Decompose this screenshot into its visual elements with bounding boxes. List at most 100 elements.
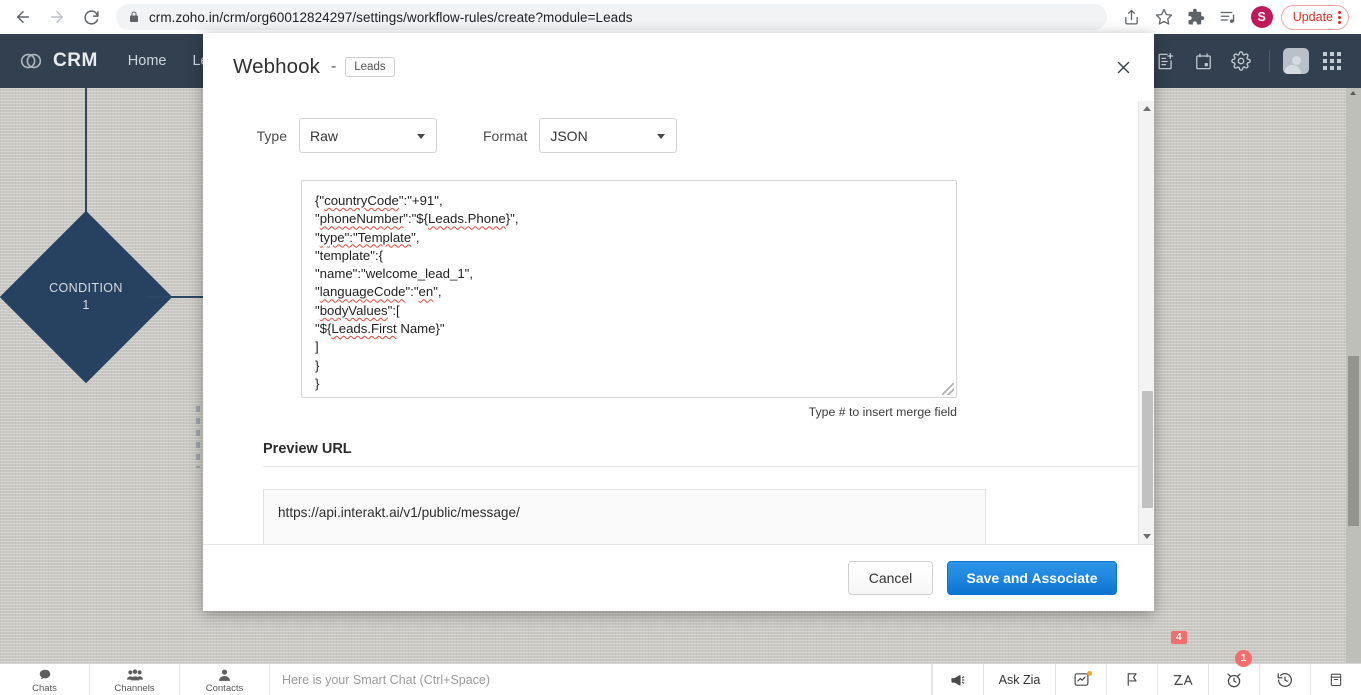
ask-zia-label: Ask Zia	[998, 672, 1041, 687]
request-body-wrapper: {"countryCode":"+91", "phoneNumber":"${Le…	[301, 180, 1124, 398]
request-body-line: "${Leads.First Name}"	[315, 321, 445, 337]
chat-bubble-icon	[38, 668, 52, 682]
page-scrollbar-thumb[interactable]	[1348, 356, 1359, 526]
person-icon	[218, 668, 231, 682]
bookmark-star-icon[interactable]	[1149, 2, 1179, 32]
recent-history-icon[interactable]	[1259, 664, 1310, 695]
textarea-resize-handle[interactable]	[942, 383, 954, 395]
group-icon	[126, 668, 143, 682]
chrome-menu-icon[interactable]	[1338, 10, 1341, 24]
chatbar-tab-channels[interactable]: Channels	[90, 664, 180, 695]
cancel-button[interactable]: Cancel	[848, 560, 933, 595]
share-icon[interactable]	[1117, 2, 1147, 32]
scroll-up-arrow-icon[interactable]	[1350, 91, 1356, 95]
modal-header: Webhook - Leads	[203, 33, 1154, 101]
reading-list-icon[interactable]	[1213, 2, 1243, 32]
condition-node-label: CONDITION 1	[25, 236, 147, 358]
webhook-modal: Webhook - Leads Type Raw Format JSON {"c…	[203, 33, 1154, 611]
calendar-icon[interactable]	[1188, 46, 1218, 76]
notification-dot	[1087, 671, 1092, 676]
request-body-line: "bodyValues":[	[315, 302, 400, 318]
nav-item-home[interactable]: Home	[128, 53, 167, 69]
type-select-value: Raw	[310, 127, 339, 144]
chatbar-tab-channels-label: Channels	[114, 682, 155, 694]
crm-logo[interactable]: CRM	[18, 48, 98, 74]
announcements-megaphone-icon[interactable]	[932, 664, 983, 695]
chatbar-tab-contacts[interactable]: Contacts	[180, 664, 270, 695]
preview-url-field[interactable]: https://api.interakt.ai/v1/public/messag…	[263, 489, 986, 544]
lock-icon	[128, 11, 140, 23]
scroll-up-arrow-icon[interactable]	[1143, 106, 1151, 111]
address-bar[interactable]: crm.zoho.in/crm/org60012824297/settings/…	[116, 4, 1107, 30]
chatbar-tab-chats-label: Chats	[32, 682, 57, 694]
browser-profile-avatar[interactable]: S	[1250, 6, 1273, 28]
gear-icon[interactable]	[1226, 46, 1256, 76]
zoho-crm-logo-icon	[18, 48, 44, 74]
request-body-line: "type":"Template",	[315, 229, 420, 245]
crm-logo-text: CRM	[53, 50, 98, 71]
reload-icon[interactable]	[74, 2, 108, 32]
request-body-line: ]	[315, 339, 319, 355]
type-label: Type	[256, 127, 287, 144]
condition-node-line2: 1	[82, 298, 90, 312]
modal-scrollbar[interactable]	[1138, 101, 1154, 544]
save-and-associate-button[interactable]: Save and Associate	[947, 560, 1117, 595]
close-icon[interactable]	[1112, 56, 1134, 78]
dashed-connector	[196, 406, 200, 468]
chatbar-tab-contacts-label: Contacts	[205, 682, 244, 694]
reminders-alarm-icon[interactable]: 1	[1208, 650, 1259, 695]
browser-toolbar: crm.zoho.in/crm/org60012824297/settings/…	[0, 0, 1361, 34]
apps-grid-icon[interactable]	[1317, 46, 1347, 76]
type-select[interactable]: Raw	[299, 118, 437, 153]
request-body-line: "name":"welcome_lead_1",	[315, 266, 474, 282]
chatbar-tab-chats[interactable]: Chats	[0, 664, 90, 695]
request-body-line: "languageCode":"en",	[315, 284, 442, 300]
smart-chat-input[interactable]: Here is your Smart Chat (Ctrl+Space)	[270, 664, 932, 695]
browser-nav-buttons	[0, 2, 108, 32]
update-button[interactable]: Update	[1280, 4, 1349, 30]
format-select[interactable]: JSON	[539, 118, 678, 153]
forward-icon[interactable]	[40, 2, 74, 32]
request-body-textarea[interactable]: {"countryCode":"+91", "phoneNumber":"${Le…	[301, 180, 957, 398]
address-bar-url: crm.zoho.in/crm/org60012824297/settings/…	[149, 9, 633, 25]
request-body-line: {"countryCode":"+91",	[315, 193, 443, 208]
section-divider	[263, 466, 1141, 467]
condition-node-line1: CONDITION	[49, 281, 123, 295]
back-icon[interactable]	[6, 2, 40, 32]
tag-flag-icon[interactable]	[1106, 664, 1157, 695]
page-scrollbar[interactable]	[1346, 88, 1361, 663]
chevron-down-icon	[417, 134, 425, 139]
type-format-row: Type Raw Format JSON	[233, 118, 1124, 153]
user-avatar[interactable]	[1283, 48, 1309, 74]
request-body-line: "template":{	[315, 247, 384, 263]
ask-zia-button[interactable]: Ask Zia	[983, 664, 1055, 695]
recycle-bin-icon[interactable]	[1310, 664, 1361, 695]
module-chip: Leads	[345, 56, 395, 77]
modal-scrollbar-thumb[interactable]	[1141, 391, 1153, 508]
zia-assistant-icon[interactable]: 4	[1157, 631, 1208, 695]
format-select-value: JSON	[550, 127, 588, 144]
bottom-chat-bar: Chats Channels Contacts Here is your Sma…	[0, 631, 1361, 695]
analytics-chart-icon[interactable]	[1055, 664, 1106, 695]
add-note-icon[interactable]	[1150, 46, 1180, 76]
scroll-down-arrow-icon[interactable]	[1143, 534, 1151, 539]
update-button-label: Update	[1292, 10, 1333, 24]
modal-title: Webhook	[233, 54, 320, 78]
zia-badge-count: 4	[1171, 631, 1187, 644]
chevron-down-icon	[657, 134, 666, 139]
smart-chat-placeholder: Here is your Smart Chat (Ctrl+Space)	[282, 672, 491, 687]
modal-body: Type Raw Format JSON {"countryCode":"+91…	[203, 101, 1154, 544]
request-body-line: }	[315, 375, 320, 391]
format-label: Format	[483, 127, 528, 144]
screen-root: crm.zoho.in/crm/org60012824297/settings/…	[0, 0, 1361, 695]
chatbar-right-tools: Ask Zia 4 1	[932, 631, 1361, 695]
modal-body-inner: Type Raw Format JSON {"countryCode":"+91…	[203, 101, 1154, 544]
preview-url-value: https://api.interakt.ai/v1/public/messag…	[278, 505, 520, 520]
crm-header-right	[1150, 46, 1347, 76]
modal-title-dash: -	[330, 57, 337, 75]
preview-url-title: Preview URL	[263, 441, 352, 457]
extensions-puzzle-icon[interactable]	[1181, 2, 1211, 32]
request-body-line: "phoneNumber":"${Leads.Phone}",	[315, 211, 519, 227]
modal-footer: Cancel Save and Associate	[203, 544, 1154, 610]
request-body-line: }	[315, 357, 320, 373]
